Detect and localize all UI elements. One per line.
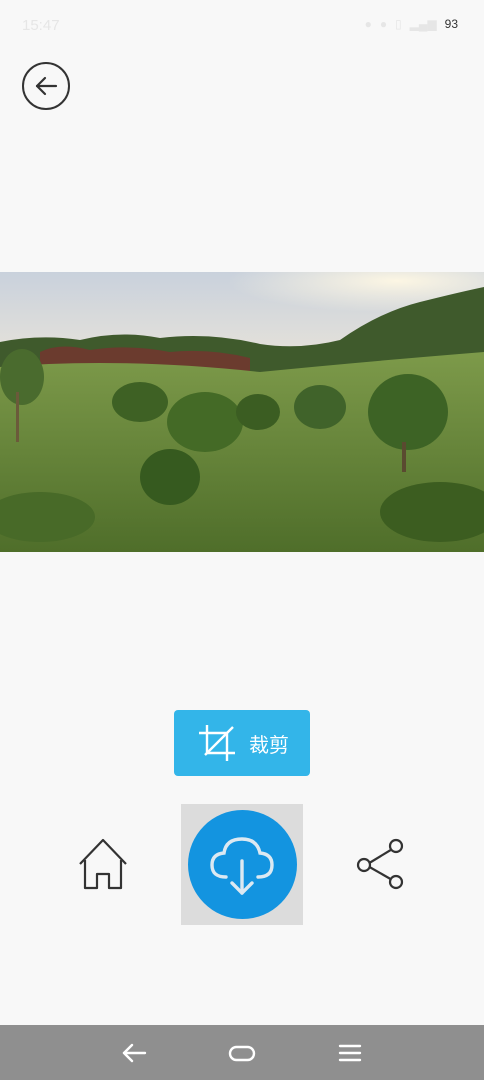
home-icon — [79, 838, 127, 890]
crop-icon — [199, 725, 235, 761]
bluetooth-icon: ● — [379, 17, 388, 31]
alarm-icon: ● — [364, 17, 372, 31]
home-button[interactable] — [74, 834, 134, 894]
signal-icon: ▂▄▆ — [409, 17, 437, 31]
status-icons: ● ● ▯ ▂▄▆ 93 — [365, 17, 458, 31]
download-button[interactable] — [187, 810, 297, 919]
battery-level: 93 — [444, 17, 458, 31]
status-bar: 15:47 ● ● ▯ ▂▄▆ 93 — [0, 0, 484, 50]
nav-menu-icon — [338, 1044, 362, 1062]
system-nav-bar — [0, 1025, 484, 1080]
nav-back-button[interactable] — [118, 1037, 150, 1069]
crop-button[interactable]: 裁剪 — [174, 710, 310, 776]
back-button[interactable] — [22, 62, 70, 110]
back-arrow-icon — [35, 76, 58, 96]
nav-back-icon — [122, 1043, 147, 1063]
share-icon — [356, 838, 404, 890]
nav-home-icon — [228, 1045, 256, 1062]
status-time: 15:47 — [22, 17, 60, 34]
nav-home-button[interactable] — [226, 1037, 258, 1069]
sim-icon: ▯ — [395, 17, 402, 31]
crop-label: 裁剪 — [249, 734, 289, 757]
cloud-download-icon — [210, 836, 274, 895]
nav-menu-button[interactable] — [334, 1037, 366, 1069]
share-button[interactable] — [352, 834, 412, 894]
edited-photo — [0, 272, 484, 552]
download-button-wrap — [181, 804, 303, 925]
